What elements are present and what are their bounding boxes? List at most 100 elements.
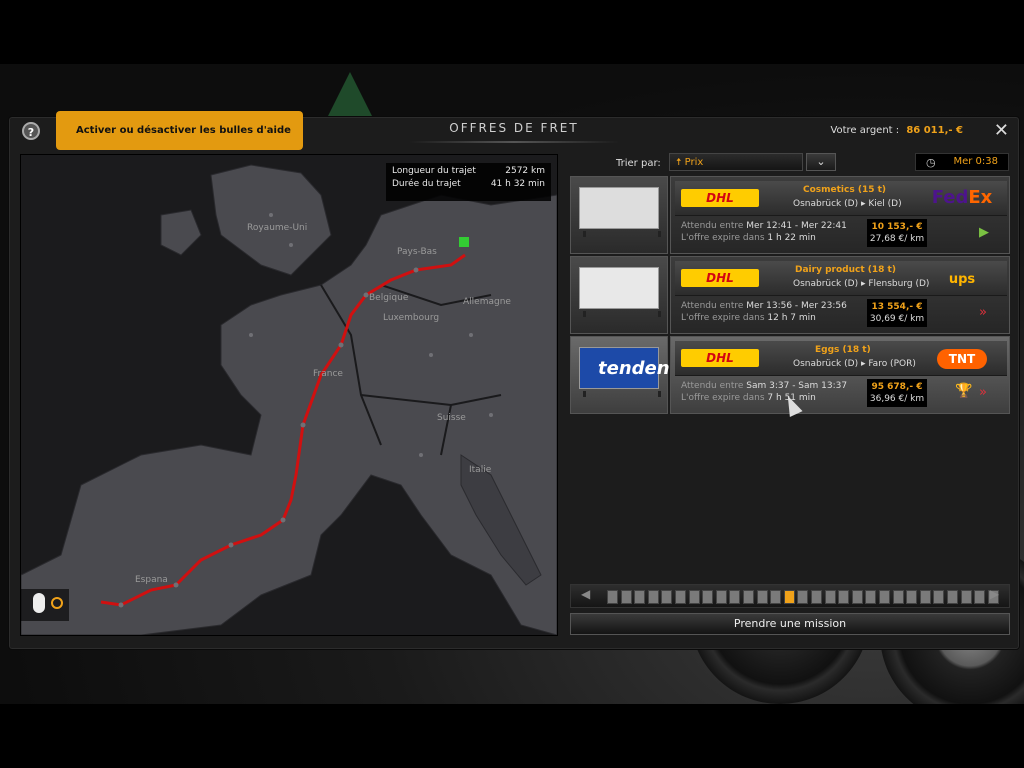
trailer-image: tenden [579,347,670,389]
offer-details: DHL Dairy product (18 t) Osnabrück (D) ▸… [670,256,1010,334]
offer-header: DHL Dairy product (18 t) Osnabrück (D) ▸… [675,261,1007,296]
money-value: 86 011,- € [906,125,963,136]
trailer-thumbnail [570,256,668,334]
clock-display: ◷ Mer 0:38 [915,153,1009,171]
pager-right-arrow-icon[interactable]: ▶ [990,587,999,601]
route-text: Osnabrück (D) ▸ Faro (POR) [793,359,916,369]
pager-segment[interactable] [607,590,618,604]
money-display: Votre argent : 86 011,- € [830,125,963,136]
take-mission-button[interactable]: Prendre une mission [570,613,1010,635]
trailer-thumbnail [570,176,668,254]
destination-flag-icon [459,237,469,247]
pager-segment[interactable] [919,590,931,604]
trailer-legs [583,391,661,397]
offer-pager[interactable]: ◀ ▶ [570,584,1010,608]
pager-segment[interactable] [661,590,673,604]
pager-segment[interactable] [647,590,659,604]
route-map[interactable]: Longueur du trajet 2572 km Durée du traj… [20,154,558,636]
money-label: Votre argent : [830,125,900,136]
country-label: Italie [469,465,492,475]
pager-segment[interactable] [797,590,809,604]
chevron-down-icon[interactable]: ⌄ [806,153,836,171]
offer-details: DHL Eggs (18 t) Osnabrück (D) ▸ Faro (PO… [670,336,1010,414]
sort-up-icon: 🠅 [676,157,685,168]
country-label: Suisse [437,413,466,423]
cargo-name: Eggs (18 t) [815,345,871,355]
pager-segment[interactable] [702,590,714,604]
pager-segment[interactable] [675,590,686,604]
pager-segment[interactable] [838,590,850,604]
offer-timing: Attendu entre Sam 3:37 - Sam 13:37 L'off… [679,379,999,411]
country-label: Belgique [369,293,409,303]
pager-segment[interactable] [620,590,632,604]
pager-segment[interactable] [770,590,782,604]
pager-left-arrow-icon[interactable]: ◀ [581,587,590,601]
pager-segment[interactable] [715,590,727,604]
offer-card[interactable]: DHL Cosmetics (15 t) Osnabrück (D) ▸ Kie… [570,176,1010,254]
route-text: Osnabrück (D) ▸ Flensburg (D) [793,279,930,289]
cargo-name: Dairy product (18 t) [795,265,896,275]
pager-segment[interactable] [947,590,958,604]
country-label: France [313,369,343,379]
pan-icon [51,597,63,609]
price-per-km: 30,69 €/ km [869,314,925,324]
expected-value: Mer 12:41 - Mer 22:41 [746,221,847,231]
trophy-icon: 🏆 [955,383,973,399]
pager-segment[interactable] [729,590,741,604]
pager-segment[interactable] [743,590,754,604]
help-tooltip: Activer ou désactiver les bulles d'aide [56,111,303,150]
price-box: 13 554,- € 30,69 €/ km [867,299,927,327]
pager-segment-active[interactable] [783,590,795,604]
trailer-image [579,267,659,309]
pager-segment[interactable] [906,590,918,604]
route-info-box: Longueur du trajet 2572 km Durée du traj… [386,163,551,201]
offer-header: DHL Eggs (18 t) Osnabrück (D) ▸ Faro (PO… [675,341,1007,376]
tnt-logo: TNT [927,345,997,371]
country-label: Pays-Bas [397,247,437,257]
pager-segment[interactable] [688,590,700,604]
dhl-logo: DHL [681,349,759,367]
expected-value: Mer 13:56 - Mer 23:56 [746,301,847,311]
pager-segment[interactable] [933,590,945,604]
price-per-km: 27,68 €/ km [869,234,925,244]
price-value: 10 153,- € [871,222,923,232]
route-length-label: Longueur du trajet [392,166,476,176]
offer-header: DHL Cosmetics (15 t) Osnabrück (D) ▸ Kie… [675,181,1007,216]
ups-logo: ups [948,272,976,287]
country-label: Espana [135,575,168,585]
trailer-thumbnail: tenden [570,336,670,414]
help-button[interactable]: ? [22,122,40,140]
pager-segment[interactable] [756,590,768,604]
expires-label: L'offre expire dans [681,233,765,243]
pager-segment[interactable] [634,590,646,604]
pager-segment[interactable] [811,590,822,604]
play-arrow-icon[interactable]: ▶ [979,225,989,240]
offer-timing: Attendu entre Mer 13:56 - Mer 23:56 L'of… [679,299,999,331]
route-duration-label: Durée du trajet [392,179,461,189]
price-box: 10 153,- € 27,68 €/ km [867,219,927,247]
cargo-name: Cosmetics (15 t) [803,185,887,195]
pager-segment[interactable] [974,590,986,604]
pager-segment[interactable] [960,590,972,604]
close-icon[interactable]: ✕ [994,120,1009,141]
price-box: 95 678,- € 36,96 €/ km [867,379,927,407]
offer-details: DHL Cosmetics (15 t) Osnabrück (D) ▸ Kie… [670,176,1010,254]
price-value: 13 554,- € [871,302,923,312]
expires-value: 1 h 22 min [767,233,816,243]
country-label: Luxembourg [383,313,440,323]
pager-segment[interactable] [851,590,863,604]
sort-select[interactable]: 🠅 Prix [669,153,803,171]
pager-segment[interactable] [892,590,904,604]
offer-card[interactable]: DHL Dairy product (18 t) Osnabrück (D) ▸… [570,256,1010,334]
pager-segment[interactable] [824,590,836,604]
map-controls[interactable] [21,589,69,621]
dhl-logo: DHL [681,269,759,287]
expires-label: L'offre expire dans [681,393,765,403]
fast-forward-icon[interactable]: » [979,385,987,400]
pager-segment[interactable] [879,590,890,604]
title-underline [409,141,619,143]
fast-forward-icon[interactable]: » [979,305,987,320]
pager-segment[interactable] [865,590,877,604]
country-label: Allemagne [463,297,511,307]
dhl-logo: DHL [681,189,759,207]
